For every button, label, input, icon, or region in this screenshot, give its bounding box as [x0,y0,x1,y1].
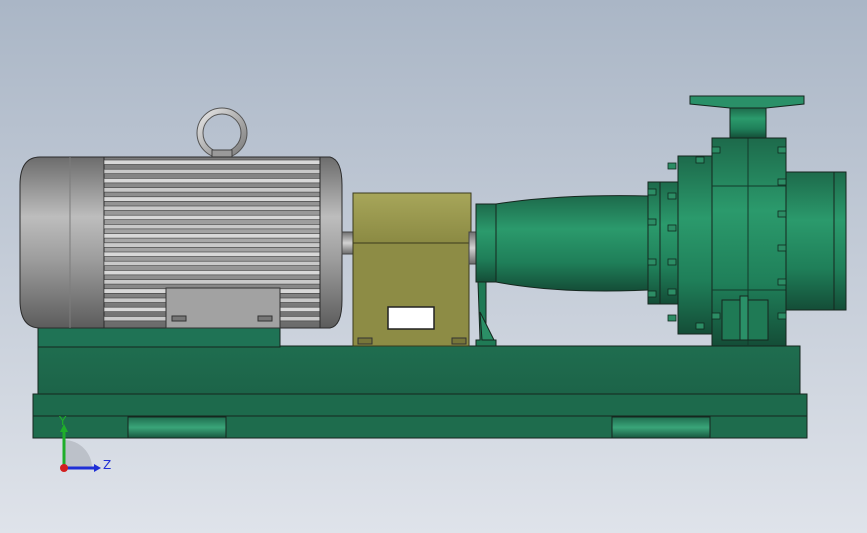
bearing-end-flange [475,203,497,283]
casing-bolt [695,156,705,164]
motor-front-cap [319,156,343,329]
motor-foot [165,287,281,329]
y-axis-label: Y [58,414,67,428]
casing-bolt [695,322,705,330]
cooling-fin [103,251,321,257]
coupling-guard-lower [352,242,470,347]
casing-bolt [667,192,677,200]
base-frame-lip [32,393,808,419]
motor-shaft [341,231,355,255]
casing-bolt [777,278,787,286]
casing-bolt [777,244,787,252]
casing-bolt [667,314,677,322]
motor-rear-cap [19,156,105,329]
casing-bolt [667,258,677,266]
cooling-fin [103,260,321,267]
pump-assembly-scene[interactable]: Y Z [0,0,867,533]
cooling-fin [103,224,321,230]
casing-bolt [647,290,657,298]
casing-back-flange [677,155,715,335]
cooling-fin [103,242,321,248]
z-axis-label: Z [103,458,111,472]
cad-viewport[interactable]: Y Z [0,0,867,533]
cooling-fin [103,233,321,239]
casing-bolt [647,258,657,266]
casing-bolt [777,210,787,218]
casing-bolt [777,146,787,154]
cooling-fin [103,196,321,202]
discharge-nozzle [729,107,767,139]
cooling-fin [103,270,321,276]
suction-flange [833,171,847,311]
cooling-fin [103,205,321,211]
casing-bolt [647,188,657,196]
casing-bolt [711,146,721,154]
casing-bolt [667,224,677,232]
casing-bolt [667,288,677,296]
suction-nozzle [785,171,835,311]
base-foot-right [611,416,711,439]
bearing-housing-barrel [495,195,649,292]
casing-bolt [667,162,677,170]
discharge-flange [689,95,805,109]
casing-bolt [777,178,787,186]
base-foot-left [127,416,227,439]
casing-bolt [647,218,657,226]
casing-bolt [777,312,787,320]
cooling-fin [103,214,321,220]
cooling-fin [103,159,321,165]
coupling-guard-window [387,306,435,330]
cooling-fin [103,187,321,193]
casing-bolt [711,312,721,320]
cooling-fin [103,178,321,184]
x-axis-origin [60,464,68,472]
cooling-fin [103,168,321,174]
cooling-fin [103,279,321,285]
coupling-guard-top [352,192,472,244]
coupling-guard[interactable] [352,192,478,347]
motor-pedestal [37,327,281,348]
